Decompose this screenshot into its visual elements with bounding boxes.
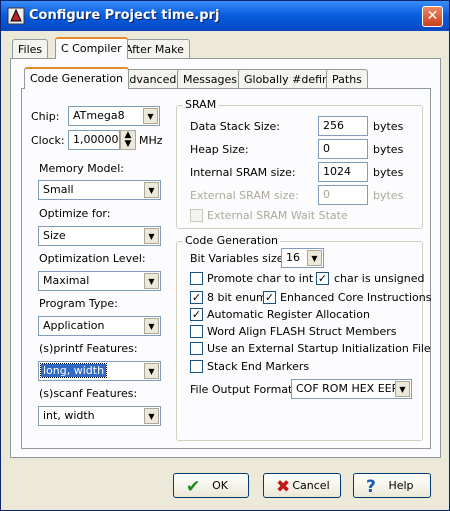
bytes-unit: bytes <box>373 166 404 179</box>
external-startup-file-checkbox[interactable] <box>190 342 203 355</box>
external-sram-size-input[interactable]: 0 <box>318 185 368 205</box>
chevron-down-icon: ▼ <box>395 381 410 397</box>
internal-sram-size-label: Internal SRAM size: <box>190 166 296 179</box>
optimization-level-select[interactable]: Maximal ▼ <box>38 271 161 291</box>
clock-spinner[interactable]: ▲ ▼ <box>120 130 136 150</box>
char-is-unsigned-checkbox[interactable]: ✓ <box>316 272 329 285</box>
chevron-down-icon: ▼ <box>144 182 159 198</box>
close-button[interactable]: ✕ <box>422 6 443 27</box>
heap-size-input[interactable]: 0 <box>318 139 368 159</box>
memory-model-label: Memory Model: <box>39 162 124 175</box>
optimization-level-label: Optimization Level: <box>39 252 146 265</box>
external-startup-file-label: Use an External Startup Initialization F… <box>207 342 431 355</box>
cross-icon: ✖ <box>276 477 291 497</box>
title-bar[interactable]: Configure Project time.prj ✕ <box>1 1 449 31</box>
stack-end-markers-label: Stack End Markers <box>207 360 310 373</box>
bytes-unit: bytes <box>373 143 404 156</box>
printf-features-select[interactable]: long, width ▼ <box>38 361 161 381</box>
chip-label: Chip: <box>31 110 60 123</box>
clock-unit: MHz <box>139 134 163 147</box>
sram-legend: SRAM <box>183 98 219 111</box>
cancel-button[interactable]: ✖ Cancel <box>263 473 341 498</box>
external-sram-wait-state-checkbox[interactable] <box>190 209 203 222</box>
enhanced-core-instructions-label: Enhanced Core Instructions <box>280 291 432 304</box>
window-title: Configure Project time.prj <box>29 8 220 23</box>
chevron-down-icon: ▼ <box>144 273 159 289</box>
tab-code-generation[interactable]: Code Generation <box>24 67 130 89</box>
memory-model-select[interactable]: Small ▼ <box>38 180 161 200</box>
check-icon: ✓ <box>191 308 202 321</box>
code-generation-legend: Code Generation <box>183 234 281 247</box>
8-bit-enums-checkbox[interactable]: ✓ <box>190 291 203 304</box>
automatic-register-allocation-label: Automatic Register Allocation <box>207 308 370 321</box>
tab-after-make[interactable]: After Make <box>119 39 190 59</box>
scanf-features-label: (s)scanf Features: <box>39 387 138 400</box>
word-align-flash-label: Word Align FLASH Struct Members <box>207 325 397 338</box>
heap-size-label: Heap Size: <box>190 143 249 156</box>
clock-label: Clock: <box>31 134 65 147</box>
close-icon: ✕ <box>426 8 439 24</box>
tab-messages[interactable]: Messages <box>177 69 243 89</box>
program-type-select[interactable]: Application ▼ <box>38 316 161 336</box>
question-mark-icon: ? <box>366 477 376 497</box>
bytes-unit: bytes <box>373 120 404 133</box>
chevron-down-icon: ▼ <box>144 318 159 334</box>
tab-files[interactable]: Files <box>12 39 49 59</box>
chevron-down-icon: ▼ <box>144 408 159 424</box>
word-align-flash-checkbox[interactable] <box>190 325 203 338</box>
checkmark-icon: ✔ <box>186 477 201 497</box>
char-is-unsigned-label: char is unsigned <box>334 272 425 285</box>
automatic-register-allocation-checkbox[interactable]: ✓ <box>190 308 203 321</box>
chevron-down-icon: ▼ <box>144 228 159 244</box>
scanf-features-select[interactable]: int, width ▼ <box>38 406 161 426</box>
tab-paths[interactable]: Paths <box>326 69 368 89</box>
external-sram-wait-state-label: External SRAM Wait State <box>207 209 348 222</box>
code-generation-group: Code Generation <box>176 234 423 441</box>
printf-features-label: (s)printf Features: <box>39 342 138 355</box>
bit-variables-size-label: Bit Variables size: <box>190 252 288 265</box>
enhanced-core-instructions-checkbox[interactable]: ✓ <box>263 291 276 304</box>
configure-project-dialog: Configure Project time.prj ✕ Files C Com… <box>0 0 450 511</box>
external-sram-size-label: External SRAM size: <box>190 189 299 202</box>
bytes-unit: bytes <box>373 189 404 202</box>
spin-updown-icon: ▲ ▼ <box>124 130 132 149</box>
tab-c-compiler[interactable]: C Compiler <box>55 37 128 59</box>
codevision-app-icon <box>7 7 25 25</box>
promote-char-to-int-label: Promote char to int <box>207 272 314 285</box>
promote-char-to-int-checkbox[interactable] <box>190 272 203 285</box>
stack-end-markers-checkbox[interactable] <box>190 360 203 373</box>
file-output-format-select[interactable]: COF ROM HEX EEP ▼ <box>291 379 412 399</box>
check-icon: ✓ <box>191 291 202 304</box>
check-icon: ✓ <box>264 291 275 304</box>
chip-select[interactable]: ATmega8 ▼ <box>68 106 160 126</box>
optimize-for-select[interactable]: Size ▼ <box>38 226 161 246</box>
internal-sram-size-input[interactable]: 1024 <box>318 162 368 182</box>
chevron-down-icon: ▼ <box>143 108 158 124</box>
optimize-for-label: Optimize for: <box>39 207 111 220</box>
data-stack-size-label: Data Stack Size: <box>190 120 280 133</box>
check-icon: ✓ <box>317 272 328 285</box>
ok-button[interactable]: ✔ OK <box>173 473 249 498</box>
help-button[interactable]: ? Help <box>353 473 431 498</box>
clock-input[interactable]: 1,000000 <box>68 130 120 150</box>
bit-variables-size-select[interactable]: 16 ▼ <box>281 248 324 268</box>
chevron-down-icon: ▼ <box>307 250 322 266</box>
chevron-down-icon: ▼ <box>144 363 159 379</box>
program-type-label: Program Type: <box>39 297 118 310</box>
data-stack-size-input[interactable]: 256 <box>318 116 368 136</box>
